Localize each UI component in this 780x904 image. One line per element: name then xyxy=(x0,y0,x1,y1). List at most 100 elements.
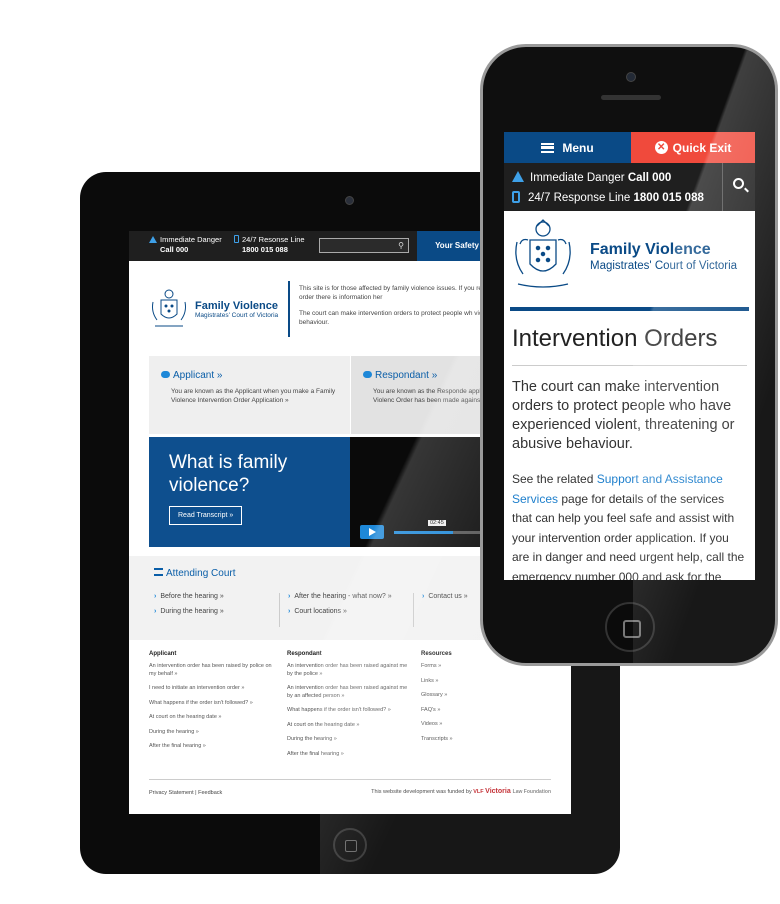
tablet-immediate-danger[interactable]: Immediate Danger Call 000 xyxy=(149,235,222,255)
hero-heading: What is family violence? xyxy=(169,452,288,496)
phone-camera xyxy=(626,72,636,82)
footer-heading: Applicant xyxy=(149,651,177,657)
coat-of-arms-logo[interactable] xyxy=(510,216,576,296)
applicant-link[interactable]: Applicant » xyxy=(173,370,222,381)
warning-icon xyxy=(512,171,524,182)
footer-heading: Respondant xyxy=(287,651,322,657)
link-during-hearing[interactable]: › During the hearing » xyxy=(154,608,224,615)
privacy-statement-link[interactable]: Privacy Statement xyxy=(149,790,194,796)
footer-link[interactable]: During the hearing » xyxy=(149,729,279,737)
phone-icon xyxy=(512,191,520,203)
search-button[interactable] xyxy=(722,163,755,211)
search-icon[interactable]: ⚲ xyxy=(398,241,404,250)
footer-link[interactable]: I need to initiate an intervention order… xyxy=(149,685,279,693)
body-text-pre: See the related xyxy=(512,472,597,486)
danger-call: Call 000 xyxy=(627,172,672,184)
menu-button[interactable]: Menu xyxy=(504,132,631,163)
brand-sub: Magistrates' Court of Victoria xyxy=(590,260,738,272)
column-divider xyxy=(279,593,280,627)
tablet-brand[interactable]: Family Violence Magistrates' Court of Vi… xyxy=(195,300,278,319)
vlf-logo-line2: Law Foundation xyxy=(512,789,551,795)
footer-link[interactable]: After the final hearing » xyxy=(287,751,413,759)
footer-link[interactable]: Videos » xyxy=(421,721,541,729)
phone-icon xyxy=(234,235,239,243)
footer-link[interactable]: An intervention order has been raised ag… xyxy=(287,663,413,678)
header-divider xyxy=(288,281,290,337)
attending-court-title: Attending Court xyxy=(166,568,236,579)
footer-link[interactable]: An intervention order has been raised by… xyxy=(149,663,279,678)
hamburger-icon xyxy=(541,142,555,153)
line-label: 24/7 Response Line xyxy=(528,192,631,204)
vlf-link[interactable]: VLF xyxy=(473,789,483,795)
funded-text: This website development was funded by xyxy=(371,789,472,795)
footer-separator: | xyxy=(195,790,197,796)
feedback-link[interactable]: Feedback xyxy=(198,790,222,796)
speech-bubble-icon xyxy=(161,371,170,378)
tablet-search-input[interactable]: ⚲ xyxy=(319,238,409,253)
footer-link[interactable]: After the final hearing » xyxy=(149,743,279,751)
line-label: 24/7 Resonse Line xyxy=(242,235,305,244)
footer-link[interactable]: At court on the hearing date » xyxy=(149,714,279,722)
footer-link[interactable]: An intervention order has been raised ag… xyxy=(287,685,413,700)
phone-info-bar: Immediate Danger Call 000 24/7 Response … xyxy=(504,163,755,211)
danger-label: Immediate Danger xyxy=(530,172,625,184)
phone-speaker xyxy=(601,95,661,100)
link-court-locations[interactable]: › Court locations » xyxy=(288,608,347,615)
warning-icon xyxy=(149,236,157,243)
respondant-link[interactable]: Respondant » xyxy=(375,370,437,381)
play-button[interactable] xyxy=(360,525,384,539)
line-number: 1800 015 088 xyxy=(242,245,288,254)
body-paragraph: See the related Support and Assistance S… xyxy=(512,470,747,580)
footer-link[interactable]: Transcripts » xyxy=(421,736,541,744)
funding-note: This website development was funded by V… xyxy=(371,788,551,795)
footer-link[interactable]: Links » xyxy=(421,678,541,686)
phone-nav-bar: Menu ✕ Quick Exit xyxy=(504,132,755,163)
brand-name: Family Violence xyxy=(590,241,711,258)
footer-col-applicant: Applicant An intervention order has been… xyxy=(149,651,279,758)
search-icon xyxy=(733,178,744,189)
applicant-card[interactable]: Applicant » You are known as the Applica… xyxy=(149,356,350,434)
tablet-bottom-bar: Privacy Statement | Feedback This websit… xyxy=(149,779,551,796)
footer-link[interactable]: At court on the hearing date » xyxy=(287,722,413,730)
footer-col-respondant: Respondant An intervention order has bee… xyxy=(287,651,413,765)
court-building-icon xyxy=(154,568,163,576)
speech-bubbles-icon xyxy=(363,371,372,378)
phone-header: Family Violence Magistrates' Court of Vi… xyxy=(510,211,749,311)
lede-paragraph: The court can make intervention orders t… xyxy=(512,379,735,452)
link-before-hearing[interactable]: › Before the hearing » xyxy=(154,593,224,600)
page-title: Intervention Orders xyxy=(512,325,718,352)
read-transcript-button[interactable]: Read Transcript » xyxy=(169,506,243,525)
footer-link[interactable]: During the hearing » xyxy=(287,736,413,744)
link-contact-us[interactable]: › Contact us » xyxy=(422,593,468,600)
link-after-hearing[interactable]: › After the hearing - what now? » xyxy=(288,593,392,600)
phone-screen: Menu ✕ Quick Exit Immediate Danger Call … xyxy=(504,132,755,580)
applicant-text: You are known as the Applicant when you … xyxy=(171,388,336,404)
line-number: 1800 015 088 xyxy=(633,192,704,204)
vlf-logo-line1: Victoria xyxy=(485,788,511,795)
brand-sub: Magistrates' Court of Victoria xyxy=(195,312,279,319)
hero-panel: What is family violence? Read Transcript… xyxy=(149,437,350,547)
phone-immediate-danger[interactable]: Immediate Danger Call 000 xyxy=(512,171,671,184)
menu-label: Menu xyxy=(562,140,594,155)
phone-device: Menu ✕ Quick Exit Immediate Danger Call … xyxy=(480,44,778,666)
quick-exit-label: Quick Exit xyxy=(672,140,732,155)
danger-label: Immediate Danger xyxy=(160,235,222,244)
tablet-home-button xyxy=(333,828,367,862)
coat-of-arms-logo[interactable] xyxy=(149,286,189,332)
phone-brand[interactable]: Family Violence Magistrates' Court of Vi… xyxy=(590,241,737,272)
title-divider xyxy=(512,365,747,366)
footer-link[interactable]: FAQ's » xyxy=(421,707,541,715)
brand-name: Family Violence xyxy=(195,300,278,312)
video-time: 02:45 xyxy=(428,520,446,526)
footer-link[interactable]: What happens if the order isn't followed… xyxy=(149,700,279,708)
footer-link[interactable]: What happens if the order isn't followed… xyxy=(287,707,413,715)
column-divider xyxy=(413,593,414,627)
tablet-response-line[interactable]: 24/7 Resonse Line 1800 015 088 xyxy=(234,235,305,255)
tablet-camera xyxy=(345,196,354,205)
phone-home-button xyxy=(605,602,655,652)
danger-call: Call 000 xyxy=(160,245,189,254)
phone-response-line[interactable]: 24/7 Response Line 1800 015 088 xyxy=(512,191,704,204)
quick-exit-button[interactable]: ✕ Quick Exit xyxy=(631,132,755,163)
footer-link[interactable]: Glossary » xyxy=(421,692,541,700)
victoria-law-foundation-logo[interactable]: Victoria Law Foundation xyxy=(485,788,551,795)
